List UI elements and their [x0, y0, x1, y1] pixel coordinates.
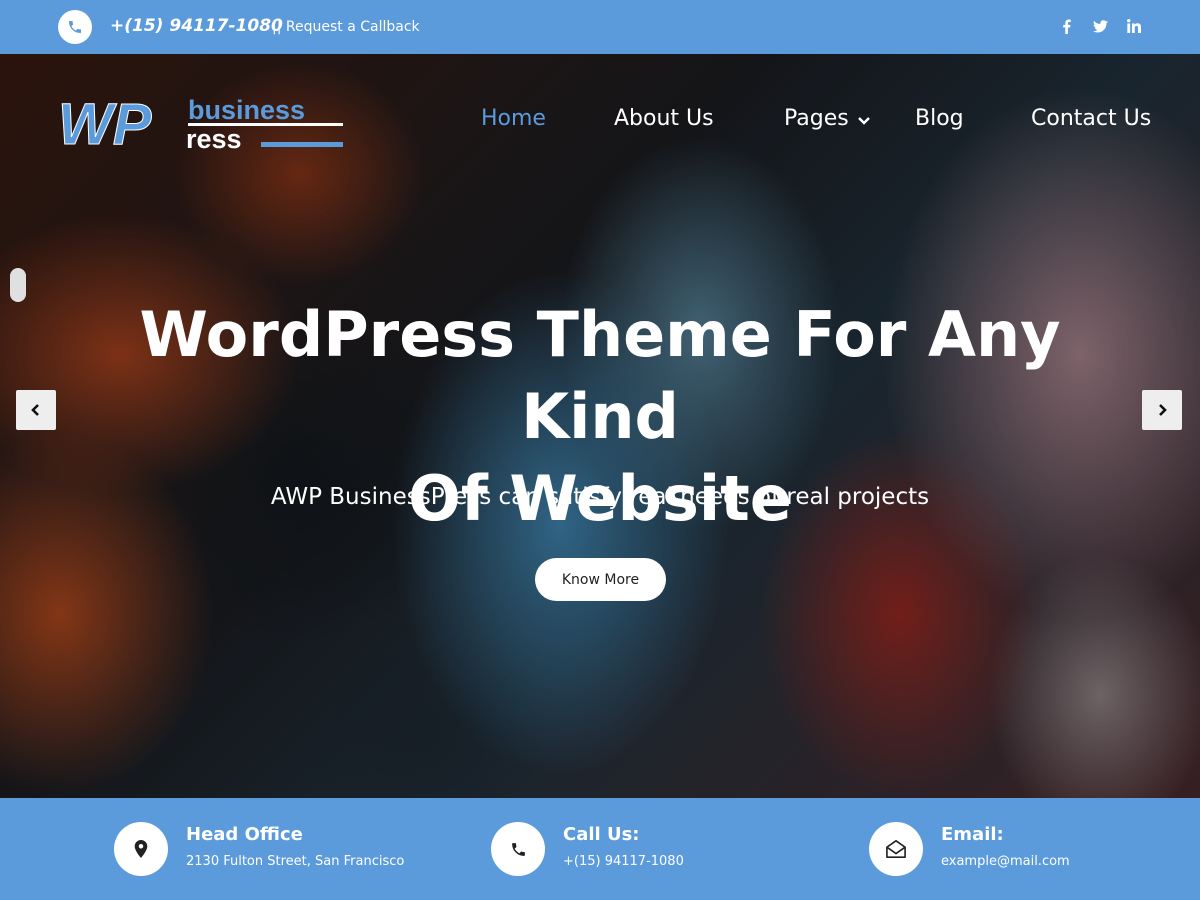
hero-title-line-1: WordPress Theme For Any Kind — [139, 298, 1061, 453]
map-pin-icon — [114, 822, 168, 876]
request-callback-link[interactable]: || Request a Callback — [272, 19, 420, 35]
top-bar: +(15) 94117-1080 || Request a Callback — [0, 0, 1200, 54]
know-more-button[interactable]: Know More — [535, 558, 666, 601]
social-links — [1058, 18, 1142, 34]
info-title: Email: — [941, 824, 1004, 845]
info-text: 2130 Fulton Street, San Francisco — [186, 854, 405, 869]
nav-home[interactable]: Home — [481, 106, 546, 131]
linkedin-icon[interactable] — [1126, 18, 1142, 34]
topbar-phone[interactable]: +(15) 94117-1080 — [110, 16, 283, 36]
hero-slider: WP business ress Home About Us Pages Blo… — [0, 54, 1200, 798]
facebook-icon[interactable] — [1058, 18, 1074, 34]
info-head-office: Head Office 2130 Fulton Street, San Fran… — [114, 822, 454, 878]
main-nav: Home About Us Pages Blog Contact Us — [0, 106, 1200, 142]
nav-pages-label: Pages — [784, 106, 849, 131]
info-call-us: Call Us: +(15) 94117-1080 — [491, 822, 811, 878]
chevron-left-icon — [31, 404, 39, 416]
slider-next-button[interactable] — [1142, 390, 1182, 430]
info-title: Head Office — [186, 824, 303, 845]
info-text[interactable]: +(15) 94117-1080 — [563, 854, 684, 869]
nav-blog[interactable]: Blog — [915, 106, 964, 131]
phone-icon — [491, 822, 545, 876]
info-text[interactable]: example@mail.com — [941, 854, 1070, 869]
scroll-handle[interactable] — [10, 268, 26, 302]
chevron-down-icon — [857, 107, 871, 132]
twitter-icon[interactable] — [1092, 18, 1108, 34]
phone-icon — [58, 10, 92, 44]
contact-info-bar: Head Office 2130 Fulton Street, San Fran… — [0, 798, 1200, 900]
nav-pages[interactable]: Pages — [784, 106, 871, 132]
nav-about-us[interactable]: About Us — [614, 106, 714, 131]
chevron-right-icon — [1159, 404, 1167, 416]
slider-prev-button[interactable] — [16, 390, 56, 430]
envelope-icon — [869, 822, 923, 876]
info-title: Call Us: — [563, 824, 640, 845]
info-email: Email: example@mail.com — [869, 822, 1169, 878]
hero-subtitle: AWP BusinessPress can satisfy real needs… — [270, 484, 930, 510]
nav-contact-us[interactable]: Contact Us — [1031, 106, 1151, 131]
